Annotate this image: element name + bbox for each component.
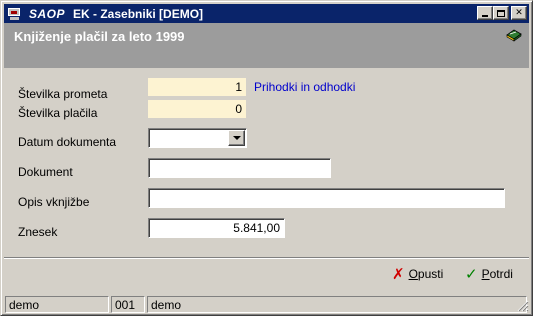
status-company: demo (147, 296, 527, 313)
dokument-label: Dokument (18, 165, 73, 179)
minimize-icon (482, 14, 488, 17)
x-icon: ✗ (392, 265, 405, 283)
stevilka-prometa-field: 1 (148, 78, 246, 96)
status-user: demo (5, 296, 109, 313)
minimize-button[interactable] (477, 6, 493, 20)
cancel-button[interactable]: ✗ Opusti (392, 265, 443, 283)
close-icon: ✕ (515, 7, 523, 18)
application-window: SAOP EK - Zasebniki [DEMO] ✕ Knjiženje p… (0, 0, 533, 316)
form-header: Knjiženje plačil za leto 1999 (4, 23, 529, 68)
opis-vknjizbe-label: Opis vknjižbe (18, 195, 90, 209)
maximize-icon (497, 9, 505, 17)
checkmark-icon: ✓ (465, 265, 478, 283)
computer-monitor-icon[interactable] (7, 7, 23, 21)
opis-vknjizbe-input[interactable] (148, 188, 505, 208)
maximize-button[interactable] (493, 6, 509, 20)
book-icon[interactable] (505, 28, 523, 42)
confirm-mnemonic: P (481, 267, 490, 281)
resize-grip-icon[interactable] (517, 300, 529, 312)
window-controls: ✕ (477, 6, 527, 20)
form-title: Knjiženje plačil za leto 1999 (14, 29, 185, 44)
form-separator (4, 257, 529, 259)
dokument-input[interactable] (148, 158, 331, 178)
stevilka-placila-field: 0 (148, 100, 246, 118)
datum-dokumenta-label: Datum dokumenta (18, 135, 117, 149)
chevron-down-icon (232, 136, 241, 140)
stevilka-placila-label: Številka plačila (18, 106, 98, 120)
close-button[interactable]: ✕ (511, 6, 527, 20)
cancel-label: pusti (417, 267, 444, 281)
znesek-label: Znesek (18, 225, 58, 239)
datum-dropdown-button[interactable] (228, 130, 245, 146)
znesek-input[interactable]: 5.841,00 (148, 218, 285, 238)
window-title: EK - Zasebniki [DEMO] (73, 6, 204, 21)
stevilka-prometa-label: Številka prometa (18, 87, 108, 101)
promet-type-text: Prihodki in odhodki (254, 80, 356, 94)
confirm-label: otrdi (489, 267, 513, 281)
confirm-button[interactable]: ✓ Potrdi (465, 265, 513, 283)
title-bar[interactable]: SAOP EK - Zasebniki [DEMO] ✕ (4, 4, 529, 23)
brand-label: SAOP (29, 6, 66, 21)
cancel-mnemonic: O (408, 267, 418, 281)
status-code: 001 (111, 296, 145, 313)
